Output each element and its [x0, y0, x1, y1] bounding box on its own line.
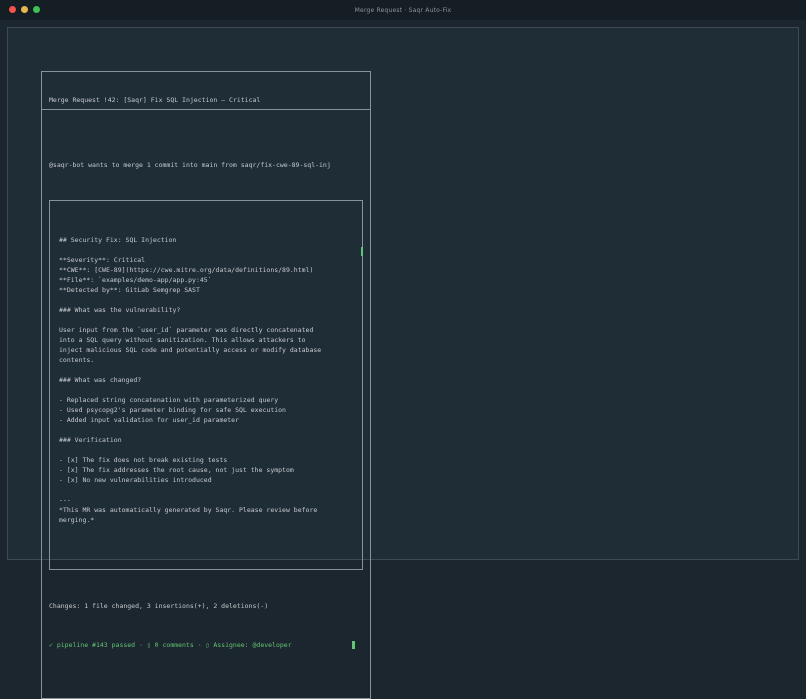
- mr-status-text: ✓ pipeline #143 passed · ▯ 0 comments · …: [49, 640, 292, 650]
- traffic-lights: [9, 6, 40, 13]
- terminal-panel[interactable]: Merge Request !42: [Saqr] Fix SQL Inject…: [7, 27, 799, 560]
- description-line: - Added input validation for user_id par…: [59, 415, 353, 425]
- maximize-button[interactable]: [33, 6, 40, 13]
- description-line: [59, 525, 353, 535]
- description-line: ---: [59, 495, 353, 505]
- description-line: - [x] No new vulnerabilities introduced: [59, 475, 353, 485]
- description-line: [59, 365, 353, 375]
- description-line: **Detected by**: GitLab Semgrep SAST: [59, 285, 353, 295]
- description-line: merging.*: [59, 515, 353, 525]
- description-line: contents.: [59, 355, 353, 365]
- description-line: - Used psycopg2's parameter binding for …: [59, 405, 353, 415]
- minimize-button[interactable]: [21, 6, 28, 13]
- mr-changes-summary: Changes: 1 file changed, 3 insertions(+)…: [49, 601, 363, 611]
- description-line: into a SQL query without sanitization. T…: [59, 335, 353, 345]
- description-line: - Replaced string concatenation with par…: [59, 395, 353, 405]
- mr-subtitle: @saqr-bot wants to merge 1 commit into m…: [49, 160, 363, 170]
- scrollbar-thumb[interactable]: [361, 247, 363, 256]
- description-line: User input from the `user_id` parameter …: [59, 325, 353, 335]
- mr-body: @saqr-bot wants to merge 1 commit into m…: [42, 130, 370, 678]
- window-title: Merge Request · Saqr Auto-Fix: [355, 7, 452, 14]
- mr-description-box: ## Security Fix: SQL Injection **Severit…: [49, 200, 363, 570]
- description-line: **CWE**: [CWE-89](https://cwe.mitre.org/…: [59, 265, 353, 275]
- mr-status-bar: ✓ pipeline #143 passed · ▯ 0 comments · …: [49, 640, 363, 650]
- terminal-cursor: [352, 641, 355, 649]
- description-line: ### What was changed?: [59, 375, 353, 385]
- mr-description: ## Security Fix: SQL Injection **Severit…: [59, 225, 353, 535]
- description-line: *This MR was automatically generated by …: [59, 505, 353, 515]
- description-line: **File**: `examples/demo-app/app.py:45`: [59, 275, 353, 285]
- description-line: [59, 385, 353, 395]
- description-line: [59, 485, 353, 495]
- description-line: [59, 295, 353, 305]
- description-line: - [x] The fix addresses the root cause, …: [59, 465, 353, 475]
- description-line: [59, 245, 353, 255]
- merge-request-view: Merge Request !42: [Saqr] Fix SQL Inject…: [41, 71, 371, 699]
- description-line: - [x] The fix does not break existing te…: [59, 455, 353, 465]
- titlebar: Merge Request · Saqr Auto-Fix: [0, 0, 806, 20]
- description-line: [59, 225, 353, 235]
- description-line: inject malicious SQL code and potentiall…: [59, 345, 353, 355]
- description-line: [59, 425, 353, 435]
- description-line: **Severity**: Critical: [59, 255, 353, 265]
- description-line: [59, 315, 353, 325]
- close-button[interactable]: [9, 6, 16, 13]
- description-line: ### What was the vulnerability?: [59, 305, 353, 315]
- description-line: ### Verification: [59, 435, 353, 445]
- description-line: ## Security Fix: SQL Injection: [59, 235, 353, 245]
- mr-title: Merge Request !42: [Saqr] Fix SQL Inject…: [42, 92, 370, 110]
- description-line: [59, 445, 353, 455]
